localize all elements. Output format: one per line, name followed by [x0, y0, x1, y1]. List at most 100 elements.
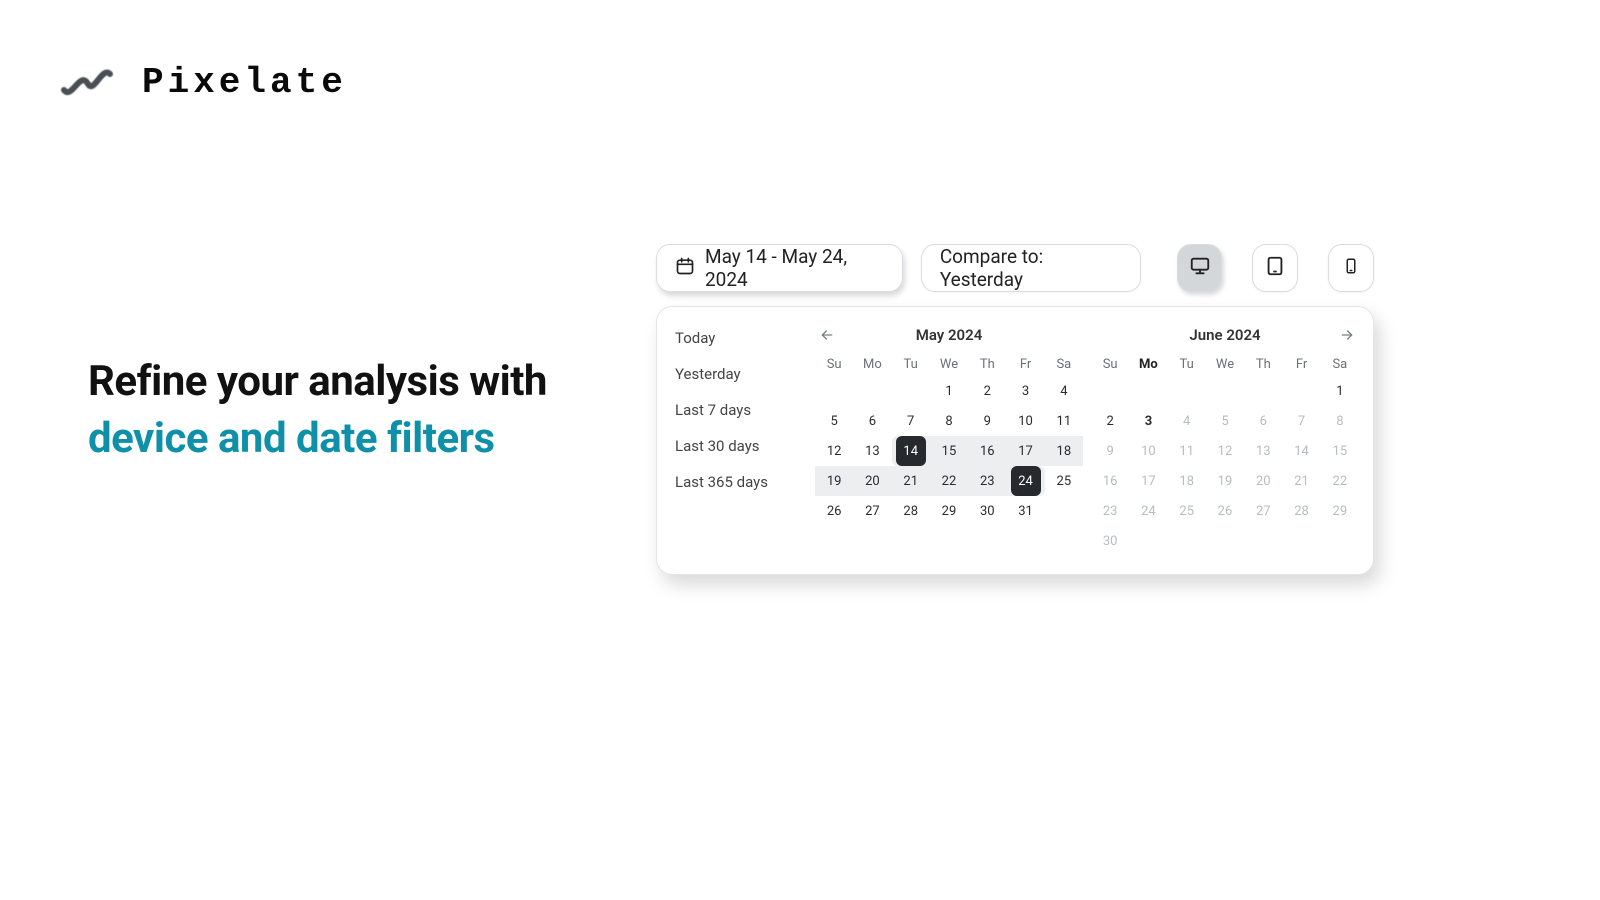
day-cell[interactable]: 13: [1244, 436, 1282, 466]
day-cell[interactable]: 25: [1168, 496, 1206, 526]
day-empty: [815, 376, 853, 406]
calendar-title: June 2024: [1189, 326, 1260, 344]
preset-item[interactable]: Last 365 days: [673, 471, 809, 493]
day-cell[interactable]: 7: [892, 406, 930, 436]
day-cell[interactable]: 12: [1206, 436, 1244, 466]
device-desktop-button[interactable]: [1177, 244, 1223, 292]
next-month-button[interactable]: [1339, 323, 1355, 347]
day-cell[interactable]: 22: [930, 466, 968, 496]
day-cell[interactable]: 23: [1091, 496, 1129, 526]
day-cell[interactable]: 4: [1045, 376, 1083, 406]
day-cell[interactable]: 27: [1244, 496, 1282, 526]
day-cell[interactable]: 8: [930, 406, 968, 436]
day-cell[interactable]: 17: [1129, 466, 1167, 496]
day-cell[interactable]: 10: [1006, 406, 1044, 436]
day-empty: [1206, 376, 1244, 406]
preset-item[interactable]: Today: [673, 327, 809, 349]
compare-label: Compare to: Yesterday: [940, 245, 1122, 291]
day-cell[interactable]: 1: [930, 376, 968, 406]
day-empty: [1045, 496, 1083, 526]
day-cell[interactable]: 14: [892, 436, 930, 466]
day-cell[interactable]: 13: [853, 436, 891, 466]
day-cell[interactable]: 4: [1168, 406, 1206, 436]
date-range-pill[interactable]: May 14 - May 24, 2024: [656, 244, 903, 292]
day-cell[interactable]: 21: [1282, 466, 1320, 496]
day-empty: [1244, 526, 1282, 556]
day-cell[interactable]: 17: [1006, 436, 1044, 466]
day-empty: [1129, 376, 1167, 406]
logo-mark: [60, 60, 114, 104]
headline-line1: Refine your analysis with: [88, 357, 547, 406]
day-cell[interactable]: 26: [1206, 496, 1244, 526]
day-cell[interactable]: 16: [968, 436, 1006, 466]
day-cell[interactable]: 27: [853, 496, 891, 526]
day-cell[interactable]: 10: [1129, 436, 1167, 466]
preset-item[interactable]: Last 7 days: [673, 399, 809, 421]
day-cell[interactable]: 15: [1321, 436, 1359, 466]
compare-pill[interactable]: Compare to: Yesterday: [921, 244, 1141, 292]
dow-label: Su: [1091, 353, 1129, 376]
day-cell[interactable]: 29: [930, 496, 968, 526]
day-cell[interactable]: 18: [1168, 466, 1206, 496]
day-cell[interactable]: 29: [1321, 496, 1359, 526]
dow-label: Mo: [1129, 353, 1167, 376]
date-range-label: May 14 - May 24, 2024: [705, 245, 884, 291]
day-cell[interactable]: 9: [1091, 436, 1129, 466]
dow-label: Sa: [1045, 353, 1083, 376]
day-cell[interactable]: 19: [1206, 466, 1244, 496]
day-cell[interactable]: 26: [815, 496, 853, 526]
day-cell[interactable]: 7: [1282, 406, 1320, 436]
day-cell[interactable]: 16: [1091, 466, 1129, 496]
day-cell[interactable]: 23: [968, 466, 1006, 496]
day-cell[interactable]: 20: [853, 466, 891, 496]
day-cell[interactable]: 12: [815, 436, 853, 466]
day-cell[interactable]: 24: [1006, 466, 1044, 496]
day-cell[interactable]: 3: [1129, 406, 1167, 436]
prev-month-button[interactable]: [819, 323, 835, 347]
day-cell[interactable]: 18: [1045, 436, 1083, 466]
day-empty: [1168, 526, 1206, 556]
day-cell[interactable]: 6: [1244, 406, 1282, 436]
device-tablet-button[interactable]: [1252, 244, 1298, 292]
day-cell[interactable]: 9: [968, 406, 1006, 436]
day-cell[interactable]: 30: [968, 496, 1006, 526]
day-cell[interactable]: 1: [1321, 376, 1359, 406]
day-cell[interactable]: 21: [892, 466, 930, 496]
day-cell[interactable]: 5: [815, 406, 853, 436]
day-cell[interactable]: 22: [1321, 466, 1359, 496]
day-cell[interactable]: 14: [1282, 436, 1320, 466]
day-cell[interactable]: 28: [892, 496, 930, 526]
date-picker-panel: Today Yesterday Last 7 days Last 30 days Las…: [656, 306, 1374, 575]
dow-label: Mo: [853, 353, 891, 376]
day-empty: [1321, 526, 1359, 556]
day-cell[interactable]: 31: [1006, 496, 1044, 526]
headline: Refine your analysis with device and dat…: [88, 354, 648, 467]
dow-label: We: [1206, 353, 1244, 376]
day-cell[interactable]: 11: [1045, 406, 1083, 436]
day-cell[interactable]: 2: [1091, 406, 1129, 436]
device-mobile-button[interactable]: [1328, 244, 1374, 292]
day-cell[interactable]: 25: [1045, 466, 1083, 496]
day-cell[interactable]: 24: [1129, 496, 1167, 526]
day-cell[interactable]: 19: [815, 466, 853, 496]
dow-label: Sa: [1321, 353, 1359, 376]
day-empty: [1244, 376, 1282, 406]
day-cell[interactable]: 28: [1282, 496, 1320, 526]
day-cell[interactable]: 30: [1091, 526, 1129, 556]
day-cell[interactable]: 11: [1168, 436, 1206, 466]
day-cell[interactable]: 2: [968, 376, 1006, 406]
mobile-icon: [1342, 255, 1360, 281]
dow-label: Th: [1244, 353, 1282, 376]
day-cell[interactable]: 20: [1244, 466, 1282, 496]
preset-item[interactable]: Last 30 days: [673, 435, 809, 457]
dow-label: Th: [968, 353, 1006, 376]
day-cell[interactable]: 15: [930, 436, 968, 466]
day-cell[interactable]: 3: [1006, 376, 1044, 406]
preset-item[interactable]: Yesterday: [673, 363, 809, 385]
desktop-icon: [1189, 255, 1211, 281]
day-cell[interactable]: 8: [1321, 406, 1359, 436]
brand-name: Pixelate: [142, 62, 347, 103]
day-cell[interactable]: 6: [853, 406, 891, 436]
dow-label: Tu: [892, 353, 930, 376]
day-cell[interactable]: 5: [1206, 406, 1244, 436]
